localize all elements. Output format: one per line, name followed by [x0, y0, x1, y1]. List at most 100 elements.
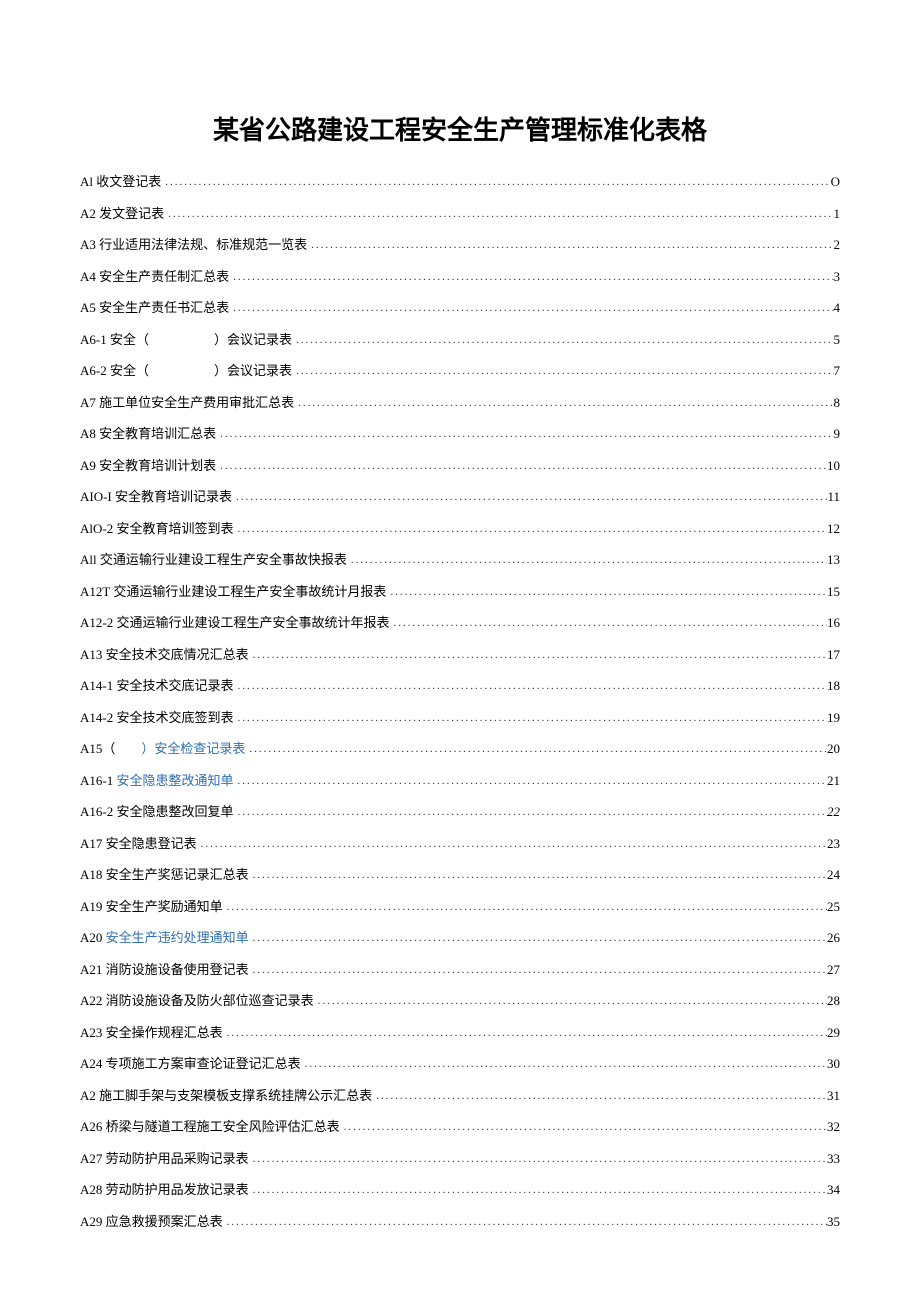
- toc-page-number: 13: [827, 553, 840, 566]
- toc-leader-dots: [233, 524, 827, 535]
- toc-label: A12T 交通运输行业建设工程生产安全事故统计月报表: [80, 585, 386, 598]
- toc-label: A27 劳动防护用品采购记录表: [80, 1152, 249, 1165]
- toc-entry: All 交通运输行业建设工程生产安全事故快报表13: [80, 553, 840, 567]
- toc-page-number: 33: [827, 1152, 840, 1165]
- toc-leader-dots: [249, 933, 827, 944]
- toc-label: A16-1 安全隐患整改通知单: [80, 774, 233, 787]
- toc-leader-dots: [249, 870, 827, 881]
- toc-label: A17 安全隐患登记表: [80, 837, 197, 850]
- toc-label: A26 桥梁与隧道工程施工安全风险评估汇总表: [80, 1120, 340, 1133]
- toc-entry: A14-2 安全技术交底签到表 19: [80, 711, 840, 725]
- toc-page-number: 24: [827, 868, 840, 881]
- toc-entry: A24 专项施工方案审查论证登记汇总表30: [80, 1057, 840, 1071]
- toc-entry: A29 应急救援预案汇总表35: [80, 1215, 840, 1229]
- toc-leader-dots: [249, 1154, 827, 1165]
- toc-page-number: 26: [827, 931, 840, 944]
- toc-leader-dots: [292, 335, 834, 346]
- toc-entry: A13 安全技术交底情况汇总表17: [80, 648, 840, 662]
- toc-page-number: 5: [834, 333, 841, 346]
- toc-leader-dots: [292, 366, 834, 377]
- toc-page-number: 20: [827, 742, 840, 755]
- toc-label: A9 安全教育培训计划表: [80, 459, 216, 472]
- toc-leader-dots: [389, 618, 827, 629]
- table-of-contents: Al 收文登记表O A2 发文登记表 1 A3 行业适用法律法规、标准规范一览表2 A4…: [80, 175, 840, 1229]
- toc-page-number: 1: [834, 207, 841, 220]
- toc-label: A23 安全操作规程汇总表: [80, 1026, 223, 1039]
- toc-label: A3 行业适用法律法规、标准规范一览表: [80, 238, 307, 251]
- toc-entry: A6-2 安全（ ）会议记录表7: [80, 364, 840, 378]
- toc-entry: A27 劳动防护用品采购记录表 33: [80, 1152, 840, 1166]
- toc-page-number: 9: [834, 427, 841, 440]
- toc-entry: A12T 交通运输行业建设工程生产安全事故统计月报表15: [80, 585, 840, 599]
- toc-page-number: 7: [834, 364, 841, 377]
- toc-label: AlO-2 安全教育培训签到表: [80, 522, 233, 535]
- toc-page-number: 25: [827, 900, 840, 913]
- toc-page-number: 22: [827, 805, 840, 818]
- toc-page-number: 8: [834, 396, 841, 409]
- toc-entry: A18 安全生产奖惩记录汇总表 24: [80, 868, 840, 882]
- toc-entry: A5 安全生产责任书汇总表4: [80, 301, 840, 315]
- toc-entry: A3 行业适用法律法规、标准规范一览表2: [80, 238, 840, 252]
- toc-page-number: 11: [827, 490, 840, 503]
- toc-page-number: 23: [827, 837, 840, 850]
- toc-page-number: 29: [827, 1026, 840, 1039]
- toc-entry: A2 发文登记表 1: [80, 207, 840, 221]
- toc-label: A19 安全生产奖励通知单: [80, 900, 223, 913]
- toc-leader-dots: [229, 272, 833, 283]
- toc-leader-dots: [249, 1185, 827, 1196]
- toc-label: A4 安全生产责任制汇总表: [80, 270, 229, 283]
- toc-leader-dots: [249, 965, 827, 976]
- toc-entry: AIO-I 安全教育培训记录表 11: [80, 490, 840, 504]
- toc-entry: A9 安全教育培训计划表10: [80, 459, 840, 473]
- toc-entry: A16-1 安全隐患整改通知单21: [80, 774, 840, 788]
- toc-leader-dots: [301, 1059, 827, 1070]
- toc-page-number: 32: [827, 1120, 840, 1133]
- toc-leader-dots: [233, 807, 827, 818]
- toc-label: A12-2 交通运输行业建设工程生产安全事故统计年报表: [80, 616, 389, 629]
- toc-entry: A17 安全隐患登记表 23: [80, 837, 840, 851]
- toc-label: A6-1 安全（ ）会议记录表: [80, 333, 292, 346]
- toc-leader-dots: [216, 461, 827, 472]
- toc-leader-dots: [232, 492, 827, 503]
- toc-leader-dots: [372, 1091, 827, 1102]
- toc-label: A16-2 安全隐患整改回复单: [80, 805, 233, 818]
- toc-leader-dots: [386, 587, 827, 598]
- toc-entry: A15（ ）安全检查记录表20: [80, 742, 840, 756]
- toc-page-number: 34: [827, 1183, 840, 1196]
- toc-entry: A7 施工单位安全生产费用审批汇总表 8: [80, 396, 840, 410]
- toc-entry: A4 安全生产责任制汇总表3: [80, 270, 840, 284]
- toc-label: A2 施工脚手架与支架模板支撑系统挂牌公示汇总表: [80, 1089, 372, 1102]
- toc-label: A5 安全生产责任书汇总表: [80, 301, 229, 314]
- toc-entry: A6-1 安全（ ）会议记录表 5: [80, 333, 840, 347]
- toc-label: A24 专项施工方案审查论证登记汇总表: [80, 1057, 301, 1070]
- toc-label: A22 消防设施设备及防火部位巡查记录表: [80, 994, 314, 1007]
- toc-label: A13 安全技术交底情况汇总表: [80, 648, 249, 661]
- toc-page-number: 19: [827, 711, 840, 724]
- toc-leader-dots: [229, 303, 833, 314]
- toc-label: A2 发文登记表: [80, 207, 164, 220]
- toc-page-number: 12: [827, 522, 840, 535]
- toc-entry: A20 安全生产违约处理通知单26: [80, 931, 840, 945]
- toc-page-number: 28: [827, 994, 840, 1007]
- toc-entry: Al 收文登记表O: [80, 175, 840, 189]
- toc-label: A18 安全生产奖惩记录汇总表: [80, 868, 249, 881]
- toc-leader-dots: [233, 776, 827, 787]
- toc-label: A14-2 安全技术交底签到表: [80, 711, 233, 724]
- toc-leader-dots: [249, 650, 827, 661]
- toc-leader-dots: [216, 429, 833, 440]
- toc-label: A14-1 安全技术交底记录表: [80, 679, 233, 692]
- toc-leader-dots: [164, 209, 833, 220]
- toc-label: A21 消防设施设备使用登记表: [80, 963, 249, 976]
- toc-label: AIO-I 安全教育培训记录表: [80, 490, 232, 503]
- toc-label: A29 应急救援预案汇总表: [80, 1215, 223, 1228]
- toc-leader-dots: [347, 555, 827, 566]
- toc-entry: A14-1 安全技术交底记录表 18: [80, 679, 840, 693]
- toc-page-number: 31: [827, 1089, 840, 1102]
- toc-page-number: 27: [827, 963, 840, 976]
- toc-leader-dots: [340, 1122, 827, 1133]
- toc-entry: AlO-2 安全教育培训签到表 12: [80, 522, 840, 536]
- toc-page-number: 16: [827, 616, 840, 629]
- toc-page-number: 18: [827, 679, 840, 692]
- toc-leader-dots: [314, 996, 827, 1007]
- toc-label: A7 施工单位安全生产费用审批汇总表: [80, 396, 294, 409]
